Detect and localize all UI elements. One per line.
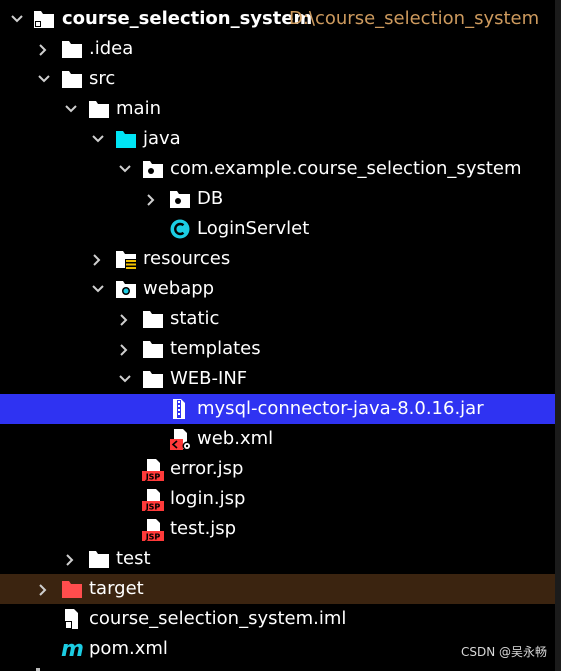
jsp-icon: JSP (142, 459, 166, 483)
chevron-right-icon[interactable] (35, 34, 51, 64)
tree-item-label: DB (197, 188, 224, 209)
package-icon (143, 160, 163, 178)
chevron-right-icon[interactable] (143, 184, 159, 214)
folder-icon (62, 40, 82, 58)
project-name: course_selection_system (62, 8, 313, 29)
tree-item-label: main (116, 98, 161, 119)
folder-icon (143, 310, 163, 328)
jsp-icon: JSP (142, 519, 166, 543)
jsp-badge: JSP (145, 533, 161, 542)
tree-row-web-inf[interactable]: WEB-INF (0, 364, 555, 394)
tree-item-label: templates (170, 338, 261, 359)
class-icon (170, 219, 190, 239)
tree-row-web-xml[interactable]: web.xml (0, 424, 555, 454)
package-icon (170, 190, 190, 208)
tree-item-label: resources (143, 248, 231, 269)
tree-row-test[interactable]: test (0, 544, 555, 574)
chevron-down-icon[interactable] (62, 94, 78, 124)
tree-item-label: static (170, 308, 220, 329)
tree-row-idea[interactable]: .idea (0, 34, 555, 64)
jsp-icon: JSP (142, 489, 166, 513)
tree-item-label: webapp (143, 278, 215, 299)
tree-row-login-jsp[interactable]: JSP login.jsp (0, 484, 555, 514)
maven-icon: m (60, 636, 86, 662)
tree-item-label: java (143, 128, 181, 149)
project-tree: course_selection_system D:\course_select… (0, 0, 555, 671)
web-folder-icon (116, 280, 136, 298)
maven-badge: m (61, 637, 84, 660)
tree-item-label: course_selection_system.iml (89, 608, 347, 629)
tree-row-webapp[interactable]: webapp (0, 274, 555, 304)
tree-item-label: test.jsp (170, 518, 237, 539)
source-folder-icon (116, 130, 136, 148)
chevron-down-icon[interactable] (8, 4, 24, 34)
project-path: D:\course_selection_system (289, 8, 540, 29)
tree-item-label: error.jsp (170, 458, 244, 479)
chevron-down-icon[interactable] (116, 364, 132, 394)
xml-icon (170, 429, 192, 451)
tree-row-target[interactable]: target (0, 574, 555, 604)
chevron-right-icon[interactable] (62, 544, 78, 574)
tree-item-label: login.jsp (170, 488, 246, 509)
excluded-folder-icon (62, 580, 82, 598)
folder-icon (89, 100, 109, 118)
tree-row-login-servlet[interactable]: LoginServlet (0, 214, 555, 244)
tree-item-label: com.example.course_selection_system (170, 158, 522, 179)
folder-icon (143, 370, 163, 388)
iml-icon (63, 609, 83, 629)
jsp-badge: JSP (145, 473, 161, 482)
tree-row-error-jsp[interactable]: JSP error.jsp (0, 454, 555, 484)
tree-row-templates[interactable]: templates (0, 334, 555, 364)
resources-folder-icon (116, 250, 137, 269)
tree-item-label: test (116, 548, 151, 569)
tree-item-label: src (89, 68, 116, 89)
tree-row-iml[interactable]: course_selection_system.iml (0, 604, 555, 634)
tree-item-label: LoginServlet (197, 218, 310, 239)
chevron-right-icon[interactable] (89, 244, 105, 274)
folder-icon (89, 550, 109, 568)
watermark: CSDN @吴永畅 (460, 645, 547, 659)
tree-item-label: WEB-INF (170, 368, 248, 389)
module-folder-icon (34, 10, 54, 28)
tree-row-java[interactable]: java (0, 124, 555, 154)
tree-row-mysql-jar[interactable]: mysql-connector-java-8.0.16.jar (0, 394, 555, 424)
tree-item-label: web.xml (197, 428, 274, 449)
tree-item-label: mysql-connector-java-8.0.16.jar (197, 398, 484, 419)
tree-row-test-jsp[interactable]: JSP test.jsp (0, 514, 555, 544)
vertical-scrollbar[interactable] (555, 0, 561, 671)
folder-icon (143, 340, 163, 358)
folder-icon (62, 70, 82, 88)
jsp-badge: JSP (145, 503, 161, 512)
tree-item-label: target (89, 578, 144, 599)
jar-icon (171, 399, 191, 419)
tree-item-label: pom.xml (89, 638, 168, 659)
tree-row-main[interactable]: main (0, 94, 555, 124)
chevron-right-icon[interactable] (116, 334, 132, 364)
chevron-down-icon[interactable] (116, 154, 132, 184)
tree-row-static[interactable]: static (0, 304, 555, 334)
tree-row-package[interactable]: com.example.course_selection_system (0, 154, 555, 184)
tree-row-resources[interactable]: resources (0, 244, 555, 274)
chevron-right-icon[interactable] (116, 304, 132, 334)
chevron-down-icon[interactable] (89, 124, 105, 154)
tree-row-src[interactable]: src (0, 64, 555, 94)
tree-item-label: .idea (89, 38, 134, 59)
chevron-down-icon[interactable] (35, 64, 51, 94)
chevron-down-icon[interactable] (89, 274, 105, 304)
chevron-right-icon[interactable] (35, 574, 51, 604)
tree-row-project-root[interactable]: course_selection_system D:\course_select… (0, 4, 555, 34)
tree-row-db[interactable]: DB (0, 184, 555, 214)
